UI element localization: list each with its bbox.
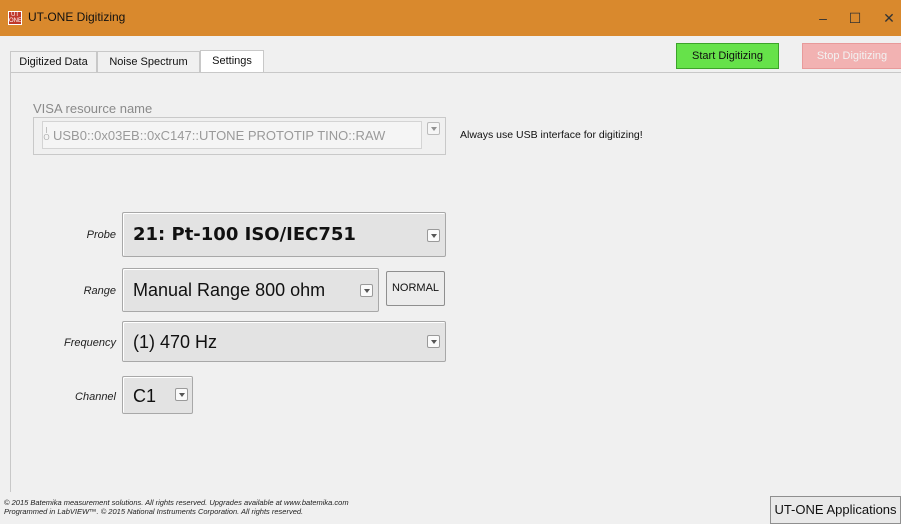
range-select[interactable]: Manual Range 800 ohm <box>122 268 379 312</box>
maximize-icon[interactable]: ☐ <box>838 0 872 36</box>
probe-value: 21: Pt-100 ISO/IEC751 <box>133 224 356 245</box>
title-bar: UT ONE UT-ONE Digitizing – ☐ ✕ <box>0 0 901 36</box>
visa-browse-icon: IO <box>43 126 50 142</box>
tab-digitized-data[interactable]: Digitized Data <box>10 51 97 72</box>
start-digitizing-button[interactable]: Start Digitizing <box>676 43 779 69</box>
range-mode-button[interactable]: NORMAL <box>386 271 445 306</box>
stop-digitizing-button[interactable]: Stop Digitizing <box>802 43 901 69</box>
visa-resource-value: USB0::0x03EB::0xC147::UTONE PROTOTIP TIN… <box>53 128 386 143</box>
tab-noise-spectrum[interactable]: Noise Spectrum <box>97 51 200 72</box>
visa-resource-field[interactable]: IO USB0::0x03EB::0xC147::UTONE PROTOTIP … <box>42 121 422 149</box>
copyright-footer: © 2015 Batemika measurement solutions. A… <box>4 498 349 516</box>
frequency-value: (1) 470 Hz <box>133 332 218 352</box>
usb-interface-note: Always use USB interface for digitizing! <box>460 129 643 141</box>
visa-resource-label: VISA resource name <box>33 101 153 116</box>
frequency-select[interactable]: (1) 470 Hz <box>122 321 446 362</box>
tab-settings[interactable]: Settings <box>200 50 264 72</box>
channel-value: C1 <box>133 386 157 406</box>
channel-label: Channel <box>75 391 116 403</box>
frequency-label: Frequency <box>64 337 116 349</box>
window-title: UT-ONE Digitizing <box>28 10 126 24</box>
copyright-line-2: Programmed in LabVIEW™. © 2015 National … <box>4 507 304 516</box>
copyright-line-1: © 2015 Batemika measurement solutions. A… <box>4 498 349 507</box>
range-dropdown-icon[interactable] <box>360 284 373 297</box>
minimize-icon[interactable]: – <box>806 0 840 36</box>
range-label: Range <box>83 285 116 297</box>
frequency-dropdown-icon[interactable] <box>427 335 440 348</box>
probe-select[interactable]: 21: Pt-100 ISO/IEC751 <box>122 212 446 257</box>
probe-dropdown-icon[interactable] <box>427 229 440 242</box>
channel-select[interactable]: C1 <box>122 376 193 414</box>
ut-one-applications-button[interactable]: UT-ONE Applications <box>770 496 901 524</box>
app-logo-icon: UT ONE <box>8 11 23 25</box>
probe-label: Probe <box>86 229 116 241</box>
close-icon[interactable]: ✕ <box>872 0 901 36</box>
channel-dropdown-icon[interactable] <box>175 388 188 401</box>
range-value: Manual Range 800 ohm <box>133 280 326 300</box>
visa-dropdown-icon[interactable] <box>427 122 440 135</box>
visa-resource-control: IO USB0::0x03EB::0xC147::UTONE PROTOTIP … <box>33 117 446 155</box>
